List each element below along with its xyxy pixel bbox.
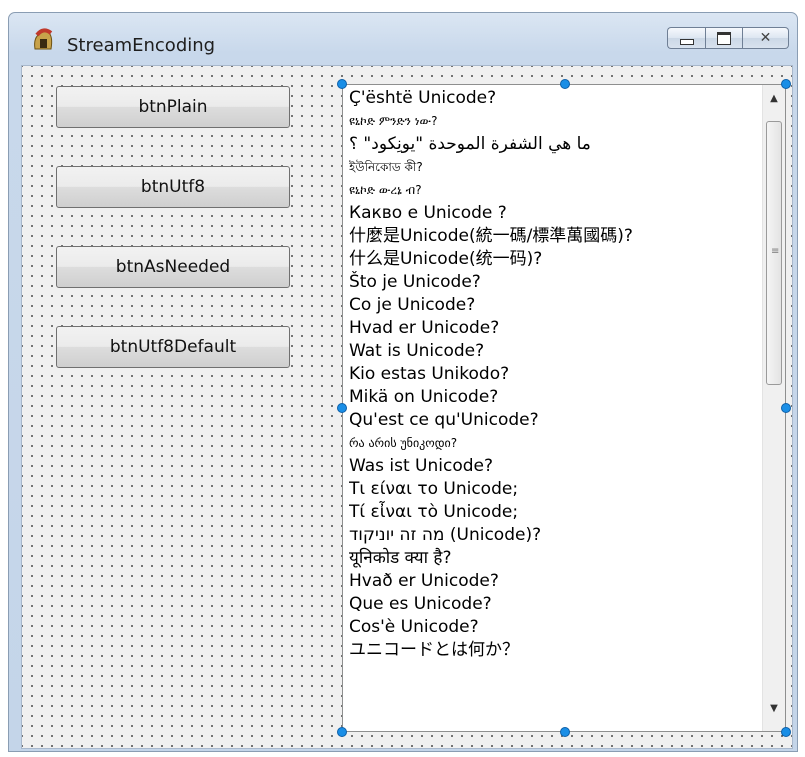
selection-handle-right[interactable] bbox=[781, 403, 791, 413]
memo-line: Mikä on Unicode? bbox=[349, 387, 499, 407]
memo-line: Was ist Unicode? bbox=[349, 456, 494, 476]
memo-line: Τι είναι το Unicode; bbox=[349, 479, 519, 499]
selection-handle-top-left[interactable] bbox=[337, 79, 347, 89]
grip-icon: ≡ bbox=[771, 246, 780, 257]
selection-handle-top-right[interactable] bbox=[781, 79, 791, 89]
minimize-button[interactable] bbox=[667, 27, 705, 49]
memo-line: Que es Unicode? bbox=[349, 594, 492, 614]
close-icon: ✕ bbox=[759, 30, 772, 46]
btn-plain-button[interactable]: btnPlain bbox=[56, 86, 290, 128]
memo-line: Τί εἶναι τὸ Unicode; bbox=[349, 502, 519, 522]
memo-line: Hvað er Unicode? bbox=[349, 571, 499, 591]
memo-line: Qu'est ce qu'Unicode? bbox=[349, 410, 539, 430]
memo-line: Cos'è Unicode? bbox=[349, 617, 479, 637]
memo-line: ዩኒኮድ ውረኔ ብ? bbox=[349, 183, 422, 197]
window-controls: ✕ bbox=[667, 27, 789, 49]
memo-line: Ç'është Unicode? bbox=[349, 88, 497, 108]
memo-line: ইউনিকোড কী? bbox=[349, 160, 423, 174]
btn-as-needed-button[interactable]: btnAsNeeded bbox=[56, 246, 290, 288]
scroll-down-icon[interactable]: ▼ bbox=[766, 701, 782, 717]
memo-line: რა არის უნიკოდი? bbox=[349, 436, 458, 450]
memo-line: Wat is Unicode? bbox=[349, 341, 485, 361]
btn-utf8-default-button[interactable]: btnUtf8Default bbox=[56, 326, 290, 368]
minimize-icon bbox=[679, 39, 694, 45]
selection-handle-bottom[interactable] bbox=[560, 727, 570, 737]
memo-line: מה זה יוניקוד (Unicode)? bbox=[349, 525, 542, 545]
memo-line: Co je Unicode? bbox=[349, 295, 476, 315]
selection-handle-left[interactable] bbox=[337, 403, 347, 413]
window-title: StreamEncoding bbox=[67, 35, 216, 56]
scroll-thumb[interactable]: ≡ bbox=[766, 121, 782, 385]
selection-handle-bottom-right[interactable] bbox=[781, 727, 791, 737]
memo-text-box[interactable]: Ç'është Unicode? ዩኒኮድ ምንድን ነው? ما هي الشفر… bbox=[342, 84, 786, 732]
memo-line: 什麼是Unicode(統一碼/標準萬國碼)? bbox=[349, 226, 633, 246]
btn-utf8-button[interactable]: btnUtf8 bbox=[56, 166, 290, 208]
memo-line: Hvad er Unicode? bbox=[349, 318, 500, 338]
memo-line: 什么是Unicode(统一码)? bbox=[349, 249, 543, 269]
memo-line: यूनिकोड क्या है? bbox=[349, 548, 452, 568]
maximize-button[interactable] bbox=[705, 27, 743, 49]
close-button[interactable]: ✕ bbox=[743, 27, 789, 49]
memo-lines: Ç'është Unicode? ዩኒኮድ ምንድን ነው? ما هي الشفر… bbox=[349, 87, 759, 662]
maximize-icon bbox=[717, 31, 731, 45]
selection-handle-top[interactable] bbox=[560, 79, 570, 89]
scroll-up-icon[interactable]: ▲ bbox=[766, 91, 782, 107]
memo-line: Što je Unicode? bbox=[349, 272, 481, 292]
title-bar[interactable]: StreamEncoding ✕ bbox=[9, 13, 797, 65]
selection-handle-bottom-left[interactable] bbox=[337, 727, 347, 737]
memo-line: ዩኒኮድ ምንድን ነው? bbox=[349, 114, 438, 128]
memo-line: Kio estas Unikodo? bbox=[349, 364, 510, 384]
memo-line: Какво е Unicode ? bbox=[349, 203, 507, 223]
memo-line: ユニコードとは何か？ bbox=[349, 640, 519, 660]
memo-line: ما هي الشفرة الموحدة "يونِكود" ؟ bbox=[349, 134, 591, 154]
spartan-helmet-icon bbox=[34, 28, 53, 50]
